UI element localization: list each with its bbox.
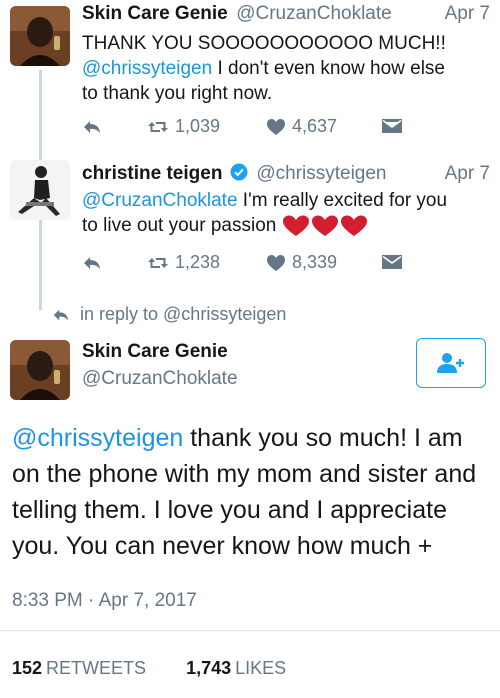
tweet2-header: christine teigen @chrissyteigen Apr 7	[82, 163, 492, 189]
retweet-stat-count: 152	[12, 658, 43, 678]
tweet1-dm-button[interactable]	[382, 119, 402, 133]
reply-context[interactable]: in reply to @chrissyteigen	[52, 304, 286, 325]
like-stat-label: LIKES	[235, 658, 287, 678]
reply-icon	[84, 121, 100, 133]
tweet2-like-button[interactable]: 8,339	[266, 252, 337, 273]
tweet2-mention[interactable]: @CruzanChoklate	[82, 190, 238, 211]
main-tweet-line1: thank you so much! I am	[183, 424, 463, 452]
follow-user-icon	[437, 353, 464, 373]
tweet2-like-count: 8,339	[292, 252, 338, 272]
tweet1-like-button[interactable]: 4,637	[266, 116, 337, 137]
tweet2-text: @CruzanChoklate I'm really excited for y…	[82, 188, 492, 238]
main-tweet-line3: telling them. I love you and I appreciat…	[12, 496, 447, 524]
tweet1-header: Skin Care Genie @CruzanChoklate Apr 7	[82, 3, 492, 29]
reply-icon	[53, 309, 69, 320]
reply-context-text: in reply to @chrissyteigen	[80, 304, 287, 324]
tweet2-retweet-button[interactable]: 1,238	[147, 252, 220, 273]
tweet1-retweet-button[interactable]: 1,039	[147, 116, 220, 137]
tweet2-author-name[interactable]: christine teigen	[82, 163, 222, 184]
main-tweet-timestamp[interactable]: 8:33 PM · Apr 7, 2017	[12, 590, 197, 612]
main-tweet-avatar[interactable]	[10, 340, 70, 400]
main-tweet-mention[interactable]: @chrissyteigen	[12, 424, 183, 452]
like-stat-count: 1,743	[186, 658, 232, 678]
red-heart-emoji	[282, 214, 368, 238]
avatar-skin-care-genie[interactable]	[10, 6, 70, 66]
tweet2-reply-button[interactable]	[82, 254, 102, 272]
like-stat[interactable]: 1,743 LIKES	[186, 658, 286, 679]
envelope-icon	[382, 119, 402, 133]
tweet1-text: THANK YOU SOOOOOOOOOOO MUCH!! @chrissyte…	[82, 31, 492, 106]
tweet1-author-handle[interactable]: @CruzanChoklate	[236, 3, 392, 24]
tweet2-retweet-count: 1,238	[175, 252, 221, 272]
follow-button[interactable]	[416, 338, 486, 388]
retweet-icon	[148, 121, 168, 132]
retweet-stat-label: RETWEETS	[46, 658, 147, 678]
main-tweet-author-name[interactable]: Skin Care Genie	[82, 341, 228, 363]
heart-icon	[267, 118, 285, 135]
verified-badge-icon	[230, 163, 248, 181]
divider	[0, 630, 500, 631]
tweet1-retweet-count: 1,039	[175, 116, 221, 136]
tweet2-line1: I'm really excited for you	[237, 190, 448, 211]
tweet1-line2: I don't even know how else	[212, 58, 445, 79]
retweet-stat[interactable]: 152 RETWEETS	[12, 658, 146, 679]
main-tweet-text: @chrissyteigen thank you so much! I am o…	[12, 420, 492, 564]
main-tweet-stats: 152 RETWEETS 1,743 LIKES	[12, 658, 286, 679]
tweet2-date[interactable]: Apr 7	[445, 163, 490, 185]
retweet-icon	[148, 257, 168, 268]
envelope-icon	[382, 255, 402, 269]
tweet1-mention[interactable]: @chrissyteigen	[82, 58, 212, 79]
tweet1-reply-button[interactable]	[82, 118, 102, 136]
tweet1-like-count: 4,637	[292, 116, 338, 136]
main-tweet-line4: you. You can never know how much +	[12, 532, 433, 560]
tweet2-dm-button[interactable]	[382, 255, 402, 269]
tweet1-date[interactable]: Apr 7	[445, 3, 490, 25]
reply-icon	[84, 257, 100, 269]
avatar-christine-teigen[interactable]	[10, 160, 70, 220]
tweet2-line2: to live out your passion	[82, 215, 277, 236]
main-tweet-line2: on the phone with my mom and sister and	[12, 460, 477, 488]
heart-icon	[267, 254, 285, 271]
tweet1-line1: THANK YOU SOOOOOOOOOOO MUCH!!	[82, 33, 446, 54]
tweet1-author-name[interactable]: Skin Care Genie	[82, 3, 228, 24]
main-tweet-author-handle[interactable]: @CruzanChoklate	[82, 368, 238, 390]
tweet2-author-handle[interactable]: @chrissyteigen	[256, 163, 386, 184]
tweet1-line3: to thank you right now.	[82, 83, 273, 104]
